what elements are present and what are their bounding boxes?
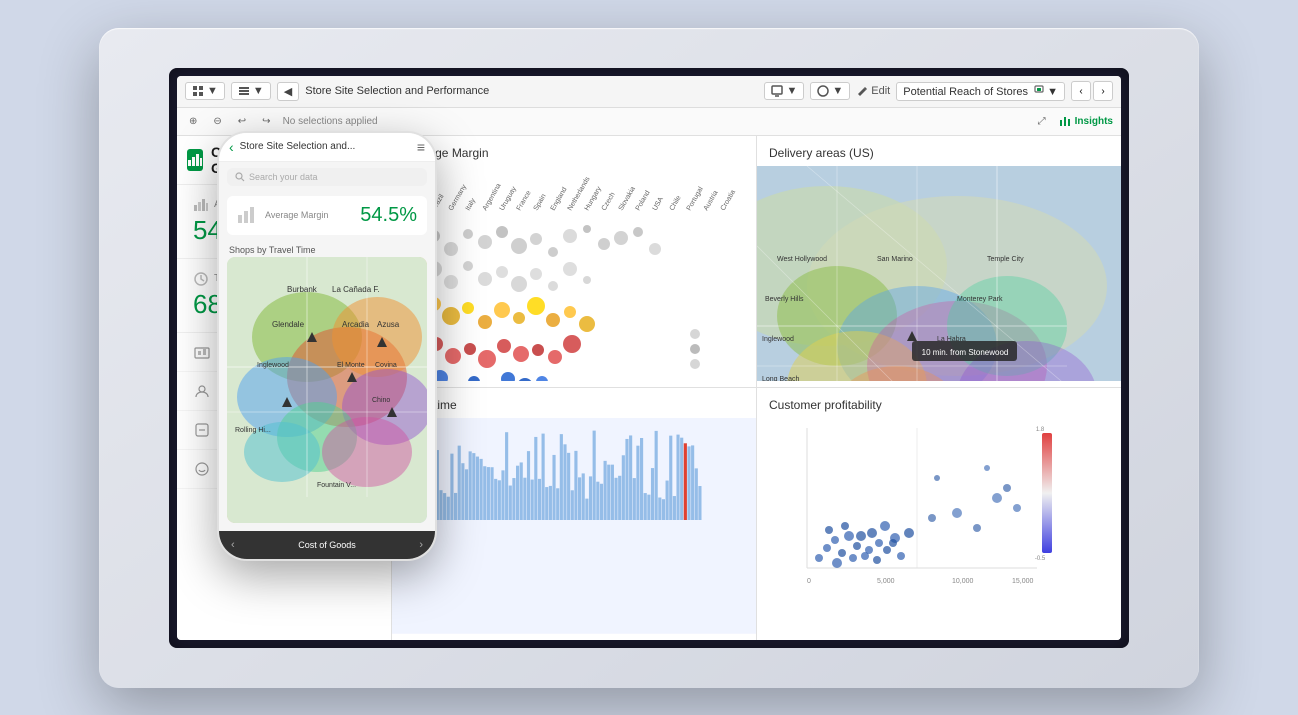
- svg-text:Fountain V...: Fountain V...: [317, 482, 356, 489]
- svg-text:Austria: Austria: [703, 189, 720, 211]
- svg-text:Chino: Chino: [372, 397, 390, 404]
- zoom-out-button[interactable]: ⊖: [209, 114, 225, 129]
- svg-text:Rolling Hi...: Rolling Hi...: [235, 427, 271, 434]
- phone-back-button[interactable]: ‹: [229, 139, 234, 155]
- delivery-panel: Delivery areas (US): [757, 136, 1121, 388]
- svg-text:15,000: 15,000: [1012, 578, 1034, 585]
- nav-arrows: ‹ ›: [1071, 81, 1113, 101]
- acc-icon: [193, 382, 211, 400]
- phone-search-placeholder: Search your data: [249, 172, 318, 182]
- svg-text:France: France: [516, 189, 533, 211]
- svg-text:Temple City: Temple City: [987, 256, 1024, 263]
- svg-text:Long Beach: Long Beach: [762, 376, 799, 382]
- svg-text:Covina: Covina: [375, 362, 397, 369]
- back-button[interactable]: ◀: [277, 82, 299, 101]
- screen-bezel: ▼ ▼ ◀ Store Site Selection and Performan…: [169, 68, 1129, 648]
- undo-button[interactable]: ↩: [234, 114, 250, 129]
- svg-text:Italy: Italy: [465, 196, 478, 211]
- svg-text:Beverly Hills: Beverly Hills: [765, 296, 804, 303]
- svg-text:Chile: Chile: [669, 194, 683, 211]
- toolbar-right: ▼ ▼ Edit Potential Reach of Stores ▼: [764, 81, 1113, 101]
- view-mode-button[interactable]: ▼: [185, 82, 225, 100]
- svg-text:-0.5: -0.5: [1035, 556, 1046, 562]
- delivery-title: Delivery areas (US): [757, 136, 1121, 166]
- list-view-button[interactable]: ▼: [231, 82, 271, 100]
- phone-kpi-card: Average Margin 54.5%: [227, 196, 427, 235]
- redo-button[interactable]: ↪: [258, 114, 274, 129]
- potential-reach-button[interactable]: Potential Reach of Stores ▼: [896, 82, 1065, 101]
- overtime-panel: ...ver time // Bars will be generated be…: [392, 388, 756, 640]
- profitability-chart[interactable]: 1.8 -0.5 0 5,000 10,000 15,000: [757, 418, 1121, 634]
- svg-text:0: 0: [807, 578, 811, 585]
- phone-kpi-value: 54.5%: [360, 204, 417, 227]
- overtime-title: ...ver time: [392, 388, 756, 418]
- svg-text:Inglewood: Inglewood: [762, 336, 794, 343]
- profitability-panel: Customer profitability: [757, 388, 1121, 640]
- svg-text:Croatia: Croatia: [720, 188, 737, 211]
- phone-next-button[interactable]: ›: [419, 539, 423, 551]
- phone-screen: ‹ Store Site Selection and... ≡ Search y…: [219, 133, 435, 559]
- phone-prev-button[interactable]: ‹: [231, 539, 235, 551]
- svg-text:Monterey Park: Monterey Park: [957, 296, 1003, 303]
- phone-app-title: Store Site Selection and...: [240, 141, 411, 152]
- zoom-in-button[interactable]: ⊕: [185, 114, 201, 129]
- svg-text:La Cañada F.: La Cañada F.: [332, 285, 380, 294]
- svg-text:Burbank: Burbank: [287, 285, 318, 294]
- svg-text:El Monte: El Monte: [337, 362, 365, 369]
- insights-button[interactable]: Insights: [1058, 114, 1113, 128]
- phone-search[interactable]: Search your data: [227, 168, 427, 186]
- csat-icon: [193, 460, 211, 478]
- expand-button[interactable]: ⤢: [1034, 114, 1050, 129]
- screen-button[interactable]: ▼: [764, 82, 804, 100]
- svg-text:USA: USA: [652, 195, 665, 211]
- app-icon: [187, 149, 203, 171]
- phone-map[interactable]: Burbank La Cañada F. Glendale Arcadia Az…: [227, 257, 427, 523]
- delivery-map[interactable]: 10 min. from Stonewood West Hollywood Sa…: [757, 166, 1121, 382]
- phone-bottom-title: Cost of Goods: [298, 540, 356, 550]
- cor-icon: [193, 343, 211, 361]
- main-toolbar: ▼ ▼ ◀ Store Site Selection and Performan…: [177, 76, 1121, 108]
- phone-kpi-label: Average Margin: [265, 210, 328, 220]
- avg-margin-panel: Average Margin Brazil Germany Italy Arge…: [392, 136, 756, 388]
- svg-text:West Hollywood: West Hollywood: [777, 256, 827, 263]
- chevron-icon: ▼: [207, 85, 218, 97]
- svg-text:10,000: 10,000: [952, 578, 974, 585]
- next-arrow[interactable]: ›: [1093, 81, 1113, 101]
- page-title: Store Site Selection and Performance: [305, 85, 758, 97]
- chevron-icon-2: ▼: [253, 85, 264, 97]
- laptop-shell: ▼ ▼ ◀ Store Site Selection and Performan…: [99, 28, 1199, 688]
- svg-text:Azusa: Azusa: [377, 320, 400, 329]
- phone-overlay: ‹ Store Site Selection and... ≡ Search y…: [217, 131, 437, 561]
- svg-text:La Habra: La Habra: [937, 336, 966, 343]
- svg-text:Poland: Poland: [635, 189, 652, 211]
- svg-text:Czech: Czech: [601, 191, 617, 212]
- svg-text:Spain: Spain: [533, 192, 548, 211]
- svg-text:5,000: 5,000: [877, 578, 895, 585]
- avg-margin-chart[interactable]: Brazil Germany Italy Argentina Uruguay F…: [392, 166, 756, 382]
- svg-text:1.8: 1.8: [1036, 427, 1045, 433]
- prev-arrow[interactable]: ‹: [1071, 81, 1091, 101]
- phone-menu-button[interactable]: ≡: [417, 139, 425, 155]
- laptop-screen: ▼ ▼ ◀ Store Site Selection and Performan…: [177, 76, 1121, 640]
- svg-text:San Marino: San Marino: [877, 256, 913, 263]
- profitability-title: Customer profitability: [757, 388, 1121, 418]
- chu-icon: [193, 421, 211, 439]
- dashboard-panels: Average Margin Brazil Germany Italy Arge…: [392, 136, 1121, 640]
- export-button[interactable]: ▼: [810, 82, 850, 100]
- svg-text:10 min. from Stonewood: 10 min. from Stonewood: [922, 348, 1009, 357]
- phone-section-title: Shops by Travel Time: [219, 239, 435, 257]
- svg-text:Arcadia: Arcadia: [342, 320, 370, 329]
- svg-text:Inglewood: Inglewood: [257, 362, 289, 369]
- selection-status: No selections applied: [283, 116, 1026, 127]
- edit-label[interactable]: Edit: [871, 85, 890, 97]
- avg-margin-title: Average Margin: [392, 136, 756, 166]
- edit-area: Edit: [856, 85, 890, 97]
- svg-text:Glendale: Glendale: [272, 320, 305, 329]
- phone-bottombar: ‹ Cost of Goods ›: [219, 531, 435, 559]
- phone-topbar: ‹ Store Site Selection and... ≡: [219, 133, 435, 162]
